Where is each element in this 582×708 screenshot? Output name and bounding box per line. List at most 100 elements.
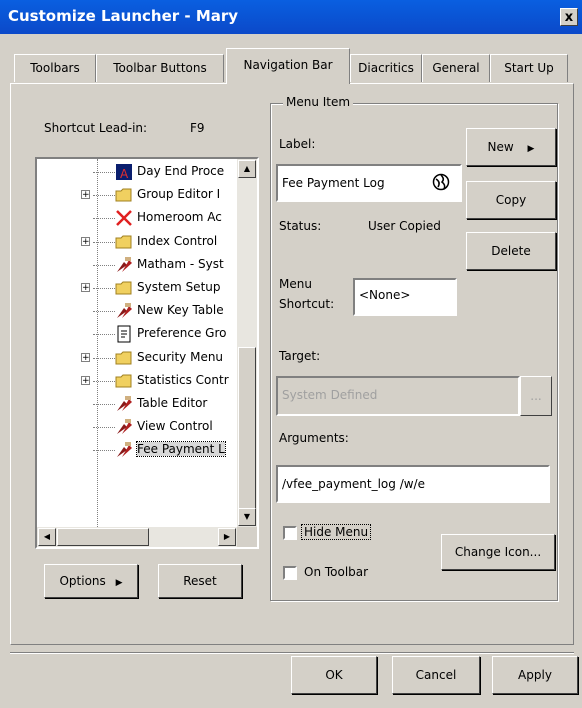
red-x-icon: [115, 209, 133, 227]
arguments-field[interactable]: /vfee_payment_log /w/e: [276, 465, 550, 503]
hide-menu-label[interactable]: Hide Menu: [300, 524, 372, 540]
tree-connector: [93, 218, 115, 220]
tree-item[interactable]: View Control: [37, 416, 237, 438]
status-value: User Copied: [368, 219, 441, 233]
label-caption: Label:: [279, 137, 316, 151]
tree-item-label: Security Menu: [137, 349, 224, 364]
tab-navigation-bar[interactable]: Navigation Bar: [226, 48, 350, 84]
expand-icon[interactable]: +: [81, 236, 90, 246]
scroll-right-button[interactable]: ▶: [218, 528, 236, 546]
tools-icon: [115, 395, 133, 413]
cancel-button[interactable]: Cancel: [392, 656, 480, 694]
expand-icon[interactable]: +: [81, 375, 90, 385]
target-field: System Defined: [276, 376, 520, 416]
on-toolbar-label[interactable]: On Toolbar: [304, 565, 368, 579]
folder-icon: [115, 372, 133, 390]
tools-icon: [115, 256, 133, 274]
tree-item[interactable]: + Security Menu: [37, 347, 237, 369]
tree-item[interactable]: + System Setup: [37, 277, 237, 299]
scroll-corner: [237, 527, 257, 547]
options-button[interactable]: Options ▶: [44, 564, 138, 598]
shortcut-caption-line1: Menu: [279, 277, 312, 291]
change-icon-button[interactable]: Change Icon...: [441, 534, 555, 570]
new-button-label: New: [487, 140, 514, 154]
lead-in-label: Shortcut Lead-in:: [44, 121, 148, 135]
new-button[interactable]: New ▶: [466, 128, 556, 166]
chevron-right-icon: ▶: [115, 578, 123, 588]
vertical-scrollbar[interactable]: ▲ ▼: [237, 159, 257, 527]
tree-connector: [93, 172, 115, 173]
tree-connector: [93, 357, 115, 359]
tree-item-label: Table Editor: [137, 396, 208, 410]
tree-item-label: Statistics Contr: [137, 372, 229, 387]
tree-connector: [93, 450, 115, 452]
navigation-tree[interactable]: A Day End Proce + Group Editor I Homeroom Ac…: [35, 157, 259, 549]
shortcut-caption-line2: Shortcut:: [279, 297, 335, 311]
close-button[interactable]: x: [560, 8, 578, 26]
tree-item[interactable]: Homeroom Ac: [37, 207, 237, 229]
delete-button[interactable]: Delete: [466, 232, 556, 270]
tree-item[interactable]: + Index Control: [37, 231, 237, 253]
horizontal-scroll-thumb[interactable]: [57, 528, 149, 546]
tree-viewport: A Day End Proce + Group Editor I Homeroom Ac…: [37, 159, 237, 527]
day-end-icon: A: [115, 163, 133, 181]
lead-in-value: F9: [190, 121, 205, 135]
scroll-up-button[interactable]: ▲: [238, 160, 256, 178]
chevron-right-icon: ▶: [527, 144, 535, 154]
tree-item[interactable]: Preference Gro: [37, 323, 237, 345]
tree-item-label: System Setup: [137, 280, 221, 294]
tree-item[interactable]: Matham - Syst: [37, 254, 237, 276]
tab-toolbars[interactable]: Toolbars: [14, 54, 96, 82]
tree-item-label: View Control: [137, 419, 213, 434]
tree-item-label: New Key Table: [137, 303, 224, 318]
horizontal-scrollbar[interactable]: ◀ ▶: [37, 527, 237, 547]
menu-item-group-title: Menu Item: [283, 95, 354, 109]
scroll-left-button[interactable]: ◀: [38, 528, 56, 546]
tools-icon: [115, 418, 133, 436]
tree-item-label: Index Control: [137, 233, 218, 248]
globe-icon[interactable]: [432, 173, 450, 191]
tree-connector: [93, 195, 115, 197]
apply-button[interactable]: Apply: [492, 656, 578, 694]
tree-connector: [93, 334, 115, 336]
tree-item-label: Fee Payment L: [136, 441, 226, 458]
scroll-thumb[interactable]: [238, 347, 256, 509]
tree-connector: [93, 404, 115, 405]
tab-general[interactable]: General: [422, 54, 490, 82]
tree-item[interactable]: + Group Editor I: [37, 184, 237, 206]
scroll-down-button[interactable]: ▼: [238, 508, 256, 526]
expand-icon[interactable]: +: [81, 283, 90, 293]
expand-icon[interactable]: +: [81, 190, 90, 200]
tree-connector: [93, 311, 115, 313]
on-toolbar-checkbox[interactable]: [283, 566, 297, 580]
shortcut-field[interactable]: <None>: [353, 278, 457, 316]
tree-connector: [93, 427, 115, 429]
svg-text:A: A: [120, 167, 129, 181]
tab-diacritics[interactable]: Diacritics: [350, 54, 422, 82]
footer-separator: [10, 652, 574, 654]
tree-item[interactable]: New Key Table: [37, 300, 237, 322]
tree-item[interactable]: + Statistics Contr: [37, 370, 237, 392]
copy-button[interactable]: Copy: [466, 181, 556, 219]
tools-icon: [115, 302, 133, 320]
reset-button[interactable]: Reset: [158, 564, 242, 598]
tree-item[interactable]: A Day End Proce: [37, 161, 237, 183]
target-browse-button: ...: [520, 376, 552, 416]
hide-menu-checkbox[interactable]: [283, 526, 297, 540]
label-field-value: Fee Payment Log: [282, 176, 385, 190]
tree-item[interactable]: Fee Payment L: [37, 439, 237, 461]
options-button-label: Options: [59, 574, 106, 588]
tree-item[interactable]: Table Editor: [37, 393, 237, 415]
folder-icon: [115, 279, 133, 297]
ok-button[interactable]: OK: [291, 656, 377, 694]
status-caption: Status:: [279, 219, 322, 233]
tree-item-label: Day End Proce: [137, 164, 225, 178]
tree-connector: [93, 241, 115, 243]
tree-item-label: Matham - Syst: [137, 256, 224, 271]
tab-start-up[interactable]: Start Up: [490, 54, 568, 82]
tab-toolbar-buttons[interactable]: Toolbar Buttons: [96, 54, 224, 82]
tree-item-label: Homeroom Ac: [137, 210, 222, 225]
expand-icon[interactable]: +: [81, 352, 90, 362]
title-bar: Customize Launcher - Mary x: [0, 0, 582, 34]
tree-item-label: Preference Gro: [137, 326, 227, 341]
